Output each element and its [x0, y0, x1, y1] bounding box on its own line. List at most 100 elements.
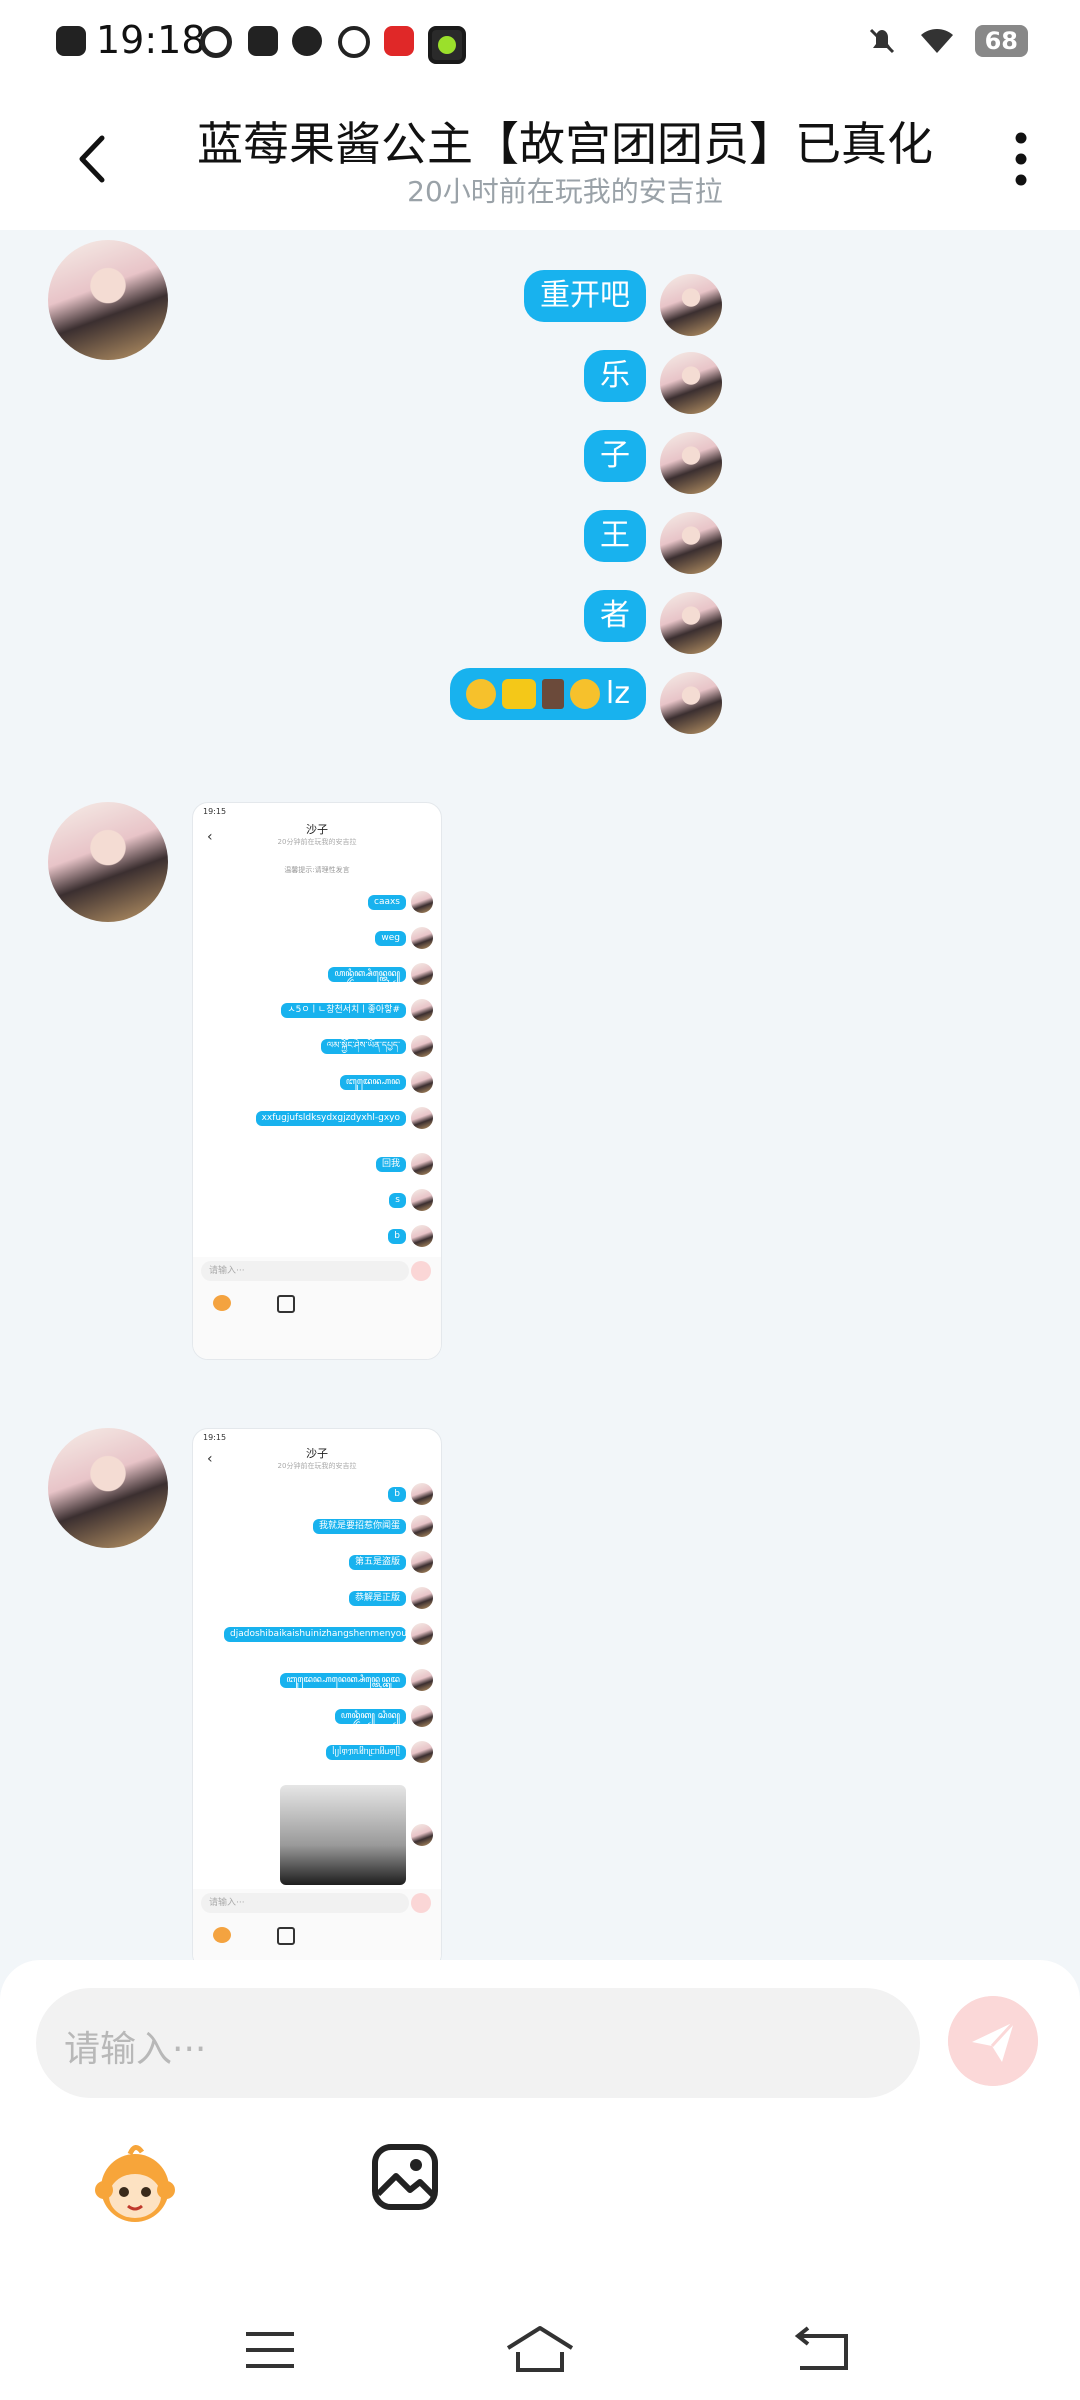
back-button[interactable] [60, 124, 130, 194]
my-avatar[interactable] [660, 672, 722, 734]
screenshot-message: ꦧꦸꦢꦺꦤ꧀ꦲꦤꦺꦏ꧀ꦱꦶꦤ꧀ꦠꦺꦤ꧀ꦧꦸꦢ [280, 1672, 406, 1688]
game-icon [428, 26, 466, 64]
image-message-screenshot[interactable]: 19:15 ‹ 沙子 20分钟前在玩我的安吉拉 温馨提示:请理性发言 caaxs… [192, 802, 442, 1360]
partner-avatar[interactable] [48, 802, 168, 922]
partner-avatar[interactable] [48, 1428, 168, 1548]
screenshot-avatar [411, 1669, 433, 1691]
wechat-icon [292, 26, 322, 56]
screenshot-image-icon [277, 1295, 295, 1313]
screenshot-message: 第五是盗版 [348, 1554, 406, 1570]
screenshot-avatar [411, 1741, 433, 1763]
message-bubble[interactable]: 子 [584, 430, 646, 482]
back-nav-button[interactable] [770, 2320, 870, 2380]
message-bubble[interactable]: 重开吧 [524, 270, 646, 322]
screenshot-avatar [411, 963, 433, 985]
message-input[interactable]: 请输入··· [36, 1988, 920, 2098]
screenshot-avatar [411, 1071, 433, 1093]
screenshot-message: ꦲꦤ꧀ꦢꦶꦏ꧀ ꦱꦶꦤ꧀ [334, 1708, 406, 1724]
notification-close-icon [56, 26, 86, 56]
status-bar: 19:18 68 [0, 0, 1080, 86]
menu-nav-button[interactable] [220, 2320, 320, 2380]
screenshot-avatar [411, 1189, 433, 1211]
chat-subtitle: 20小时前在玩我的安吉拉 [407, 175, 723, 208]
my-avatar[interactable] [660, 512, 722, 574]
message-input-placeholder: 请输入··· [64, 2029, 207, 2070]
screenshot-header: 19:15 ‹ 沙子 20分钟前在玩我的安吉拉 [193, 803, 441, 863]
screenshot-avatar [411, 999, 433, 1021]
emoji-sticker-button[interactable] [90, 2138, 180, 2228]
partner-avatar[interactable] [48, 240, 168, 360]
screenshot-message: caaxs [368, 894, 406, 910]
image-picker-button[interactable] [370, 2142, 440, 2212]
screenshot-avatar [411, 1824, 433, 1846]
image-message-screenshot[interactable]: 19:15 ‹ 沙子 20分钟前在玩我的安吉拉 b 我就是要招惹你闻蛋 第五是盗… [192, 1428, 442, 1960]
w-badge-emoji [501, 679, 536, 709]
crying-face-emoji [569, 679, 600, 709]
screenshot-message: b [388, 1486, 406, 1502]
screenshot-composer: 请输入··· [193, 1889, 441, 1960]
screenshot-message: xxfugjufsldksydxgjzdyxhl-gxyo [255, 1110, 406, 1126]
screenshot-image-icon [277, 1927, 295, 1945]
screenshot-emoji-icon [213, 1295, 231, 1311]
my-avatar[interactable] [660, 274, 722, 336]
screenshot-avatar [411, 1551, 433, 1573]
more-options-button[interactable] [996, 124, 1046, 194]
screenshot-message: 恭解是正版 [348, 1590, 406, 1606]
home-nav-button[interactable] [490, 2320, 590, 2380]
message-bubble[interactable]: 者 [584, 590, 646, 642]
screenshot-avatar [411, 927, 433, 949]
send-button[interactable] [948, 1996, 1038, 2086]
recorder-icon [384, 26, 414, 56]
screenshot-avatar [411, 1107, 433, 1129]
screenshot-input: 请输入··· [201, 1893, 409, 1913]
screenshot-avatar [411, 1483, 433, 1505]
my-avatar[interactable] [660, 352, 722, 414]
screenshot-avatar [411, 891, 433, 913]
screenshot-title: 沙子 [306, 1447, 328, 1460]
screenshot-subtitle: 20分钟前在玩我的安吉拉 [277, 1462, 357, 1470]
app-notification-icon [200, 26, 232, 58]
chat-title: 蓝莓果酱公主【故宫团团员】已真化 [197, 117, 933, 171]
message-bubble[interactable]: 乐 [584, 350, 646, 402]
screenshot-avatar [411, 1587, 433, 1609]
message-bubble[interactable]: 王 [584, 510, 646, 562]
my-avatar[interactable] [660, 592, 722, 654]
screenshot-avatar [411, 1623, 433, 1645]
screenshot-message: b [388, 1228, 406, 1244]
chat-header: 蓝莓果酱公主【故宫团团员】已真化 20小时前在玩我的安吉拉 [0, 86, 1080, 230]
screenshot-message: ལམ་སྐྱོང་ཤེས་ཡོན་དཔྱད་ [320, 1038, 406, 1054]
screenshot-message: s [389, 1192, 406, 1208]
nerd-face-emoji [465, 679, 496, 709]
screenshot-header: 19:15 ‹ 沙子 20分钟前在玩我的安吉拉 [193, 1429, 441, 1481]
screenshot-image-message [280, 1785, 433, 1885]
screenshot-message: 我就是要招惹你闻蛋 [312, 1518, 406, 1534]
screenshot-message: ᥣᥩᥣᥞᥟᥰᥤᥒᥨᥴᥒᥤᥙᥞᥫ [326, 1744, 406, 1760]
screenshot-input: 请输入··· [201, 1261, 409, 1281]
battery-indicator: 68 [974, 25, 1028, 57]
screenshot-message: weg [375, 930, 406, 946]
emoji-message-bubble[interactable]: lz [449, 668, 646, 720]
screenshot-avatar [411, 1035, 433, 1057]
screenshot-message: ꦧꦸꦢꦺꦤ꧀ꦲꦤ [339, 1074, 406, 1090]
my-avatar[interactable] [660, 432, 722, 494]
book-emoji [541, 679, 564, 709]
screenshot-emoji-icon [213, 1927, 231, 1943]
screenshot-message: ꦲꦤ꧀ꦢꦶꦏ꧀ꦱꦶꦤ꧀ꦠꦺꦤ꧀ [328, 966, 406, 982]
screenshot-composer: 请输入··· [193, 1257, 441, 1359]
wifi-icon [920, 29, 953, 53]
screenshot-avatar [411, 1225, 433, 1247]
screenshot-subtitle: 20分钟前在玩我的安吉拉 [277, 838, 357, 846]
screenshot-message: ㅅ5ㅇㅣㄴ창천서치ㅣ좋아핳# [281, 1002, 406, 1018]
chat-area[interactable]: 重开吧 乐 子 王 者 lz 19:15 ‹ 沙子 20分钟前在玩我的安吉拉 温… [0, 230, 1080, 1960]
screenshot-message: 回我 [375, 1156, 406, 1172]
emoji-message-text: lz [605, 676, 630, 711]
status-time: 19:18 [96, 18, 206, 62]
screenshot-notice: 温馨提示:请理性发言 [284, 866, 350, 874]
qq-icon [338, 26, 370, 58]
screenshot-title: 沙子 [306, 823, 328, 836]
system-nav-bar [0, 2300, 1080, 2400]
screenshot-avatar [411, 1705, 433, 1727]
screenshot-send-icon [411, 1261, 431, 1281]
app-square-icon [248, 26, 278, 56]
screenshot-avatar [411, 1153, 433, 1175]
